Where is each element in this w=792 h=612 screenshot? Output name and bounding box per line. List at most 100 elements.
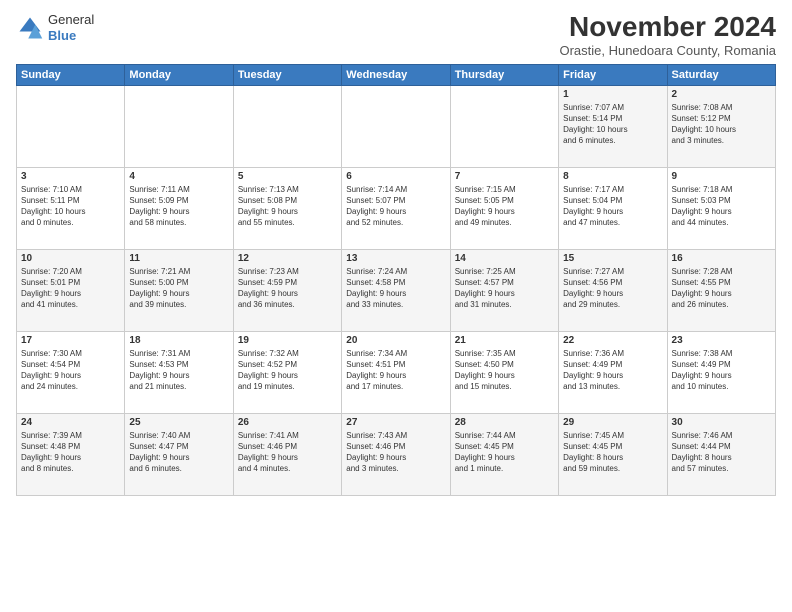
col-tuesday: Tuesday: [233, 64, 341, 85]
calendar-cell: 17Sunrise: 7:30 AMSunset: 4:54 PMDayligh…: [17, 331, 125, 413]
calendar-cell: [125, 85, 233, 167]
day-number: 26: [238, 417, 337, 428]
day-info: Sunrise: 7:45 AMSunset: 4:45 PMDaylight:…: [563, 430, 662, 475]
subtitle: Orastie, Hunedoara County, Romania: [559, 43, 776, 58]
day-info: Sunrise: 7:11 AMSunset: 5:09 PMDaylight:…: [129, 184, 228, 229]
day-info: Sunrise: 7:18 AMSunset: 5:03 PMDaylight:…: [672, 184, 771, 229]
day-number: 24: [21, 417, 120, 428]
logo-general: General: [48, 12, 94, 28]
day-info: Sunrise: 7:24 AMSunset: 4:58 PMDaylight:…: [346, 266, 445, 311]
day-number: 1: [563, 89, 662, 100]
week-row-2: 3 Sunrise: 7:10 AMSunset: 5:11 PMDaylight…: [17, 167, 776, 249]
calendar-cell: 6 Sunrise: 7:14 AMSunset: 5:07 PMDaylight…: [342, 167, 450, 249]
logo-blue: Blue: [48, 28, 94, 44]
day-number: 27: [346, 417, 445, 428]
day-number: 16: [672, 253, 771, 264]
day-number: 28: [455, 417, 554, 428]
day-number: 20: [346, 335, 445, 346]
calendar-cell: 15Sunrise: 7:27 AMSunset: 4:56 PMDayligh…: [559, 249, 667, 331]
calendar-cell: 2Sunrise: 7:08 AMSunset: 5:12 PMDaylight…: [667, 85, 775, 167]
day-number: 25: [129, 417, 228, 428]
day-number: 9: [672, 171, 771, 182]
day-number: 19: [238, 335, 337, 346]
day-number: 3: [21, 171, 120, 182]
col-monday: Monday: [125, 64, 233, 85]
day-number: 18: [129, 335, 228, 346]
day-number: 10: [21, 253, 120, 264]
header: General Blue November 2024 Orastie, Hune…: [16, 12, 776, 58]
week-row-5: 24 Sunrise: 7:39 AMSunset: 4:48 PMDayligh…: [17, 413, 776, 495]
calendar-cell: 4 Sunrise: 7:11 AMSunset: 5:09 PMDaylight…: [125, 167, 233, 249]
day-info: Sunrise: 7:39 AMSunset: 4:48 PMDaylight:…: [21, 430, 120, 475]
calendar-cell: 22 Sunrise: 7:36 AMSunset: 4:49 PMDayligh…: [559, 331, 667, 413]
day-info: Sunrise: 7:17 AMSunset: 5:04 PMDaylight:…: [563, 184, 662, 229]
calendar-cell: 11 Sunrise: 7:21 AMSunset: 5:00 PMDayligh…: [125, 249, 233, 331]
col-friday: Friday: [559, 64, 667, 85]
calendar-cell: 28 Sunrise: 7:44 AMSunset: 4:45 PMDayligh…: [450, 413, 558, 495]
day-number: 6: [346, 171, 445, 182]
day-number: 14: [455, 253, 554, 264]
calendar-table: Sunday Monday Tuesday Wednesday Thursday…: [16, 64, 776, 496]
calendar-cell: 3 Sunrise: 7:10 AMSunset: 5:11 PMDaylight…: [17, 167, 125, 249]
calendar-cell: [17, 85, 125, 167]
day-info: Sunrise: 7:44 AMSunset: 4:45 PMDaylight:…: [455, 430, 554, 475]
week-row-1: 1Sunrise: 7:07 AMSunset: 5:14 PMDaylight…: [17, 85, 776, 167]
day-info: Sunrise: 7:27 AMSunset: 4:56 PMDaylight:…: [563, 266, 662, 311]
day-info: Sunrise: 7:13 AMSunset: 5:08 PMDaylight:…: [238, 184, 337, 229]
day-info: Sunrise: 7:10 AMSunset: 5:11 PMDaylight:…: [21, 184, 120, 229]
calendar-cell: 1Sunrise: 7:07 AMSunset: 5:14 PMDaylight…: [559, 85, 667, 167]
day-number: 12: [238, 253, 337, 264]
calendar-cell: 19 Sunrise: 7:32 AMSunset: 4:52 PMDayligh…: [233, 331, 341, 413]
day-number: 4: [129, 171, 228, 182]
logo-text: General Blue: [48, 12, 94, 43]
calendar-cell: [450, 85, 558, 167]
calendar-cell: 27 Sunrise: 7:43 AMSunset: 4:46 PMDayligh…: [342, 413, 450, 495]
day-info: Sunrise: 7:30 AMSunset: 4:54 PMDaylight:…: [21, 348, 120, 393]
day-info: Sunrise: 7:14 AMSunset: 5:07 PMDaylight:…: [346, 184, 445, 229]
day-info: Sunrise: 7:38 AMSunset: 4:49 PMDaylight:…: [672, 348, 771, 393]
calendar-cell: 23Sunrise: 7:38 AMSunset: 4:49 PMDayligh…: [667, 331, 775, 413]
day-info: Sunrise: 7:40 AMSunset: 4:47 PMDaylight:…: [129, 430, 228, 475]
calendar-header: Sunday Monday Tuesday Wednesday Thursday…: [17, 64, 776, 85]
logo-icon: [16, 14, 44, 42]
calendar-cell: 24 Sunrise: 7:39 AMSunset: 4:48 PMDayligh…: [17, 413, 125, 495]
calendar-cell: 8 Sunrise: 7:17 AMSunset: 5:04 PMDaylight…: [559, 167, 667, 249]
logo: General Blue: [16, 12, 94, 43]
calendar-cell: 20 Sunrise: 7:34 AMSunset: 4:51 PMDayligh…: [342, 331, 450, 413]
col-thursday: Thursday: [450, 64, 558, 85]
day-info: Sunrise: 7:36 AMSunset: 4:49 PMDaylight:…: [563, 348, 662, 393]
day-info: Sunrise: 7:32 AMSunset: 4:52 PMDaylight:…: [238, 348, 337, 393]
day-number: 11: [129, 253, 228, 264]
calendar-body: 1Sunrise: 7:07 AMSunset: 5:14 PMDaylight…: [17, 85, 776, 495]
page: General Blue November 2024 Orastie, Hune…: [0, 0, 792, 612]
day-info: Sunrise: 7:31 AMSunset: 4:53 PMDaylight:…: [129, 348, 228, 393]
calendar-cell: 29 Sunrise: 7:45 AMSunset: 4:45 PMDayligh…: [559, 413, 667, 495]
day-number: 5: [238, 171, 337, 182]
day-info: Sunrise: 7:25 AMSunset: 4:57 PMDaylight:…: [455, 266, 554, 311]
day-number: 22: [563, 335, 662, 346]
calendar-cell: 25 Sunrise: 7:40 AMSunset: 4:47 PMDayligh…: [125, 413, 233, 495]
calendar-cell: 16 Sunrise: 7:28 AMSunset: 4:55 PMDayligh…: [667, 249, 775, 331]
day-info: Sunrise: 7:28 AMSunset: 4:55 PMDaylight:…: [672, 266, 771, 311]
header-row: Sunday Monday Tuesday Wednesday Thursday…: [17, 64, 776, 85]
calendar-cell: 13Sunrise: 7:24 AMSunset: 4:58 PMDayligh…: [342, 249, 450, 331]
day-number: 8: [563, 171, 662, 182]
calendar-cell: 26Sunrise: 7:41 AMSunset: 4:46 PMDayligh…: [233, 413, 341, 495]
day-info: Sunrise: 7:43 AMSunset: 4:46 PMDaylight:…: [346, 430, 445, 475]
calendar-cell: 30Sunrise: 7:46 AMSunset: 4:44 PMDayligh…: [667, 413, 775, 495]
col-wednesday: Wednesday: [342, 64, 450, 85]
calendar-cell: 10Sunrise: 7:20 AMSunset: 5:01 PMDayligh…: [17, 249, 125, 331]
calendar-cell: 7Sunrise: 7:15 AMSunset: 5:05 PMDaylight…: [450, 167, 558, 249]
month-title: November 2024: [559, 12, 776, 43]
title-block: November 2024 Orastie, Hunedoara County,…: [559, 12, 776, 58]
day-info: Sunrise: 7:21 AMSunset: 5:00 PMDaylight:…: [129, 266, 228, 311]
calendar-cell: 9 Sunrise: 7:18 AMSunset: 5:03 PMDaylight…: [667, 167, 775, 249]
day-info: Sunrise: 7:34 AMSunset: 4:51 PMDaylight:…: [346, 348, 445, 393]
calendar-cell: [342, 85, 450, 167]
calendar-cell: 12 Sunrise: 7:23 AMSunset: 4:59 PMDayligh…: [233, 249, 341, 331]
calendar-cell: [233, 85, 341, 167]
day-number: 29: [563, 417, 662, 428]
week-row-4: 17Sunrise: 7:30 AMSunset: 4:54 PMDayligh…: [17, 331, 776, 413]
calendar-cell: 21Sunrise: 7:35 AMSunset: 4:50 PMDayligh…: [450, 331, 558, 413]
day-info: Sunrise: 7:23 AMSunset: 4:59 PMDaylight:…: [238, 266, 337, 311]
